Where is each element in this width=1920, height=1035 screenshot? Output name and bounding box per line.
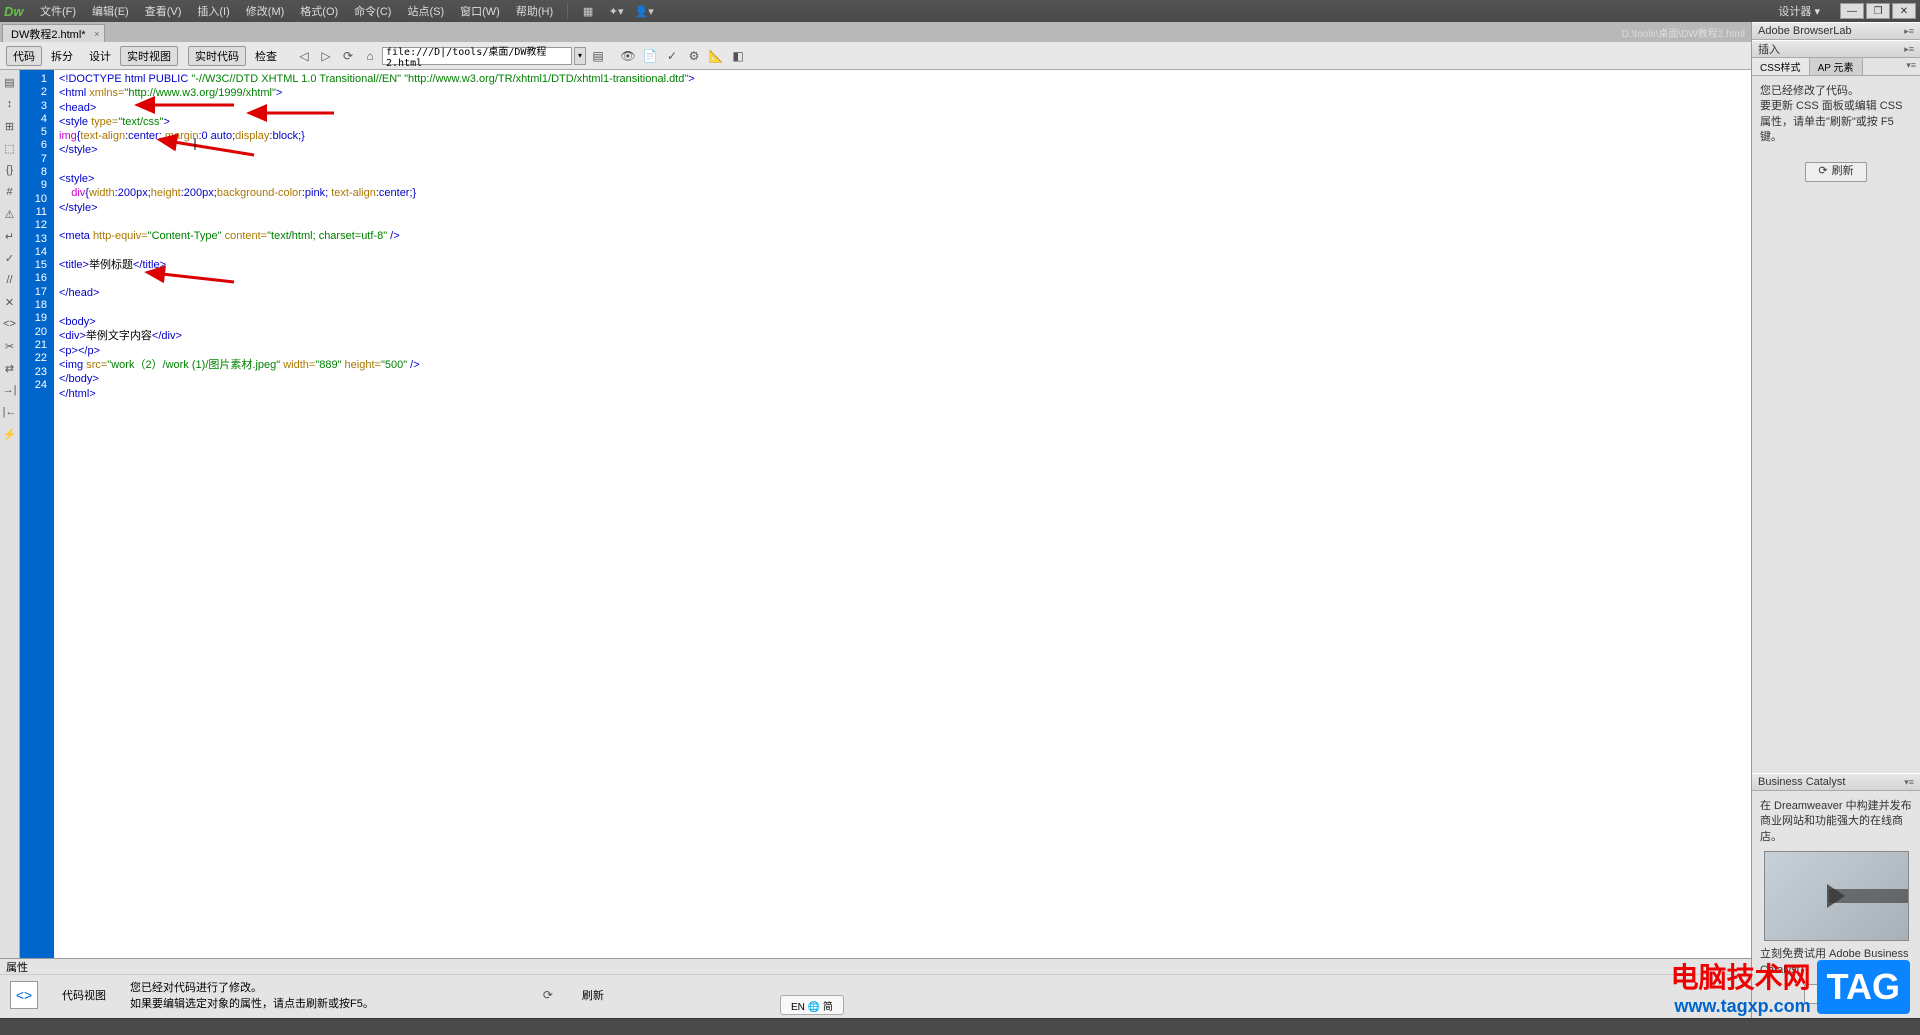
balance-braces-icon[interactable]: {} xyxy=(2,162,18,178)
menu-item[interactable]: 帮助(H) xyxy=(508,6,561,18)
recent-snippets-icon[interactable]: ✂ xyxy=(2,338,18,354)
panel-business-catalyst[interactable]: Business Catalyst▾≡ xyxy=(1752,773,1920,791)
highlight-invalid-icon[interactable]: ⚠ xyxy=(2,206,18,222)
props-refresh-label: 刷新 xyxy=(582,987,604,1003)
layout-icon[interactable]: ▦ xyxy=(578,3,598,19)
code-view-icon: <> xyxy=(10,981,38,1009)
css-panel-tabs: CSS样式 AP 元素 ▾≡ xyxy=(1752,58,1920,76)
collapse-tag-icon[interactable]: ↕ xyxy=(2,96,18,112)
word-wrap-icon[interactable]: ↵ xyxy=(2,228,18,244)
css-panel-body: 您已经修改了代码。 要更新 CSS 面板或编辑 CSS 属性，请单击"刷新"或按… xyxy=(1752,76,1920,196)
properties-title[interactable]: 属性 xyxy=(0,959,1751,975)
close-tab-icon[interactable]: × xyxy=(94,29,99,39)
visual-aids-icon[interactable]: 📐 xyxy=(706,46,726,66)
edge-icon[interactable]: ◧ xyxy=(728,46,748,66)
select-parent-icon[interactable]: ⬚ xyxy=(2,140,18,156)
tab-ap-elements[interactable]: AP 元素 xyxy=(1810,58,1863,75)
menu-item[interactable]: 格式(O) xyxy=(292,6,346,18)
expand-all-icon[interactable]: ⊞ xyxy=(2,118,18,134)
address-dropdown-icon[interactable]: ▾ xyxy=(574,47,586,65)
sync-icon[interactable]: 👤▾ xyxy=(634,3,654,19)
bc-video-thumb[interactable] xyxy=(1764,851,1909,941)
validate-icon[interactable]: ✓ xyxy=(662,46,682,66)
syntax-error-icon[interactable]: ✓ xyxy=(2,250,18,266)
document-toolbar: 代码 拆分 设计 实时视图 实时代码 检查 ◁ ▷ ⟳ ⌂ file:///D|… xyxy=(0,42,1920,70)
menu-item[interactable]: 命令(C) xyxy=(346,6,399,18)
document-tab-bar: DW教程2.html* × D:\tools\桌面\DW教程2.html xyxy=(0,22,1920,42)
props-label: 代码视图 xyxy=(62,987,106,1003)
watermark-tag: TAG xyxy=(1817,960,1910,1014)
nav-forward-icon[interactable]: ▷ xyxy=(316,46,336,66)
panel-dock: Adobe BrowserLab▸≡ 插入▸≡ CSS样式 AP 元素 ▾≡ 您… xyxy=(1751,22,1920,1018)
watermark-url: www.tagxp.com xyxy=(1671,996,1811,1017)
menu-item[interactable]: 文件(F) xyxy=(32,6,84,18)
close-button[interactable]: ✕ xyxy=(1892,3,1916,19)
check-page-icon[interactable]: ⚙ xyxy=(684,46,704,66)
props-msg2: 如果要编辑选定对象的属性，请点击刷新或按F5。 xyxy=(130,995,374,1011)
move-css-icon[interactable]: ⇄ xyxy=(2,360,18,376)
view-code-button[interactable]: 代码 xyxy=(6,46,42,66)
css-msg2: 要更新 CSS 面板或编辑 CSS 属性，请单击"刷新"或按 F5 键。 xyxy=(1760,99,1912,145)
apply-comment-icon[interactable]: // xyxy=(2,272,18,288)
address-field[interactable]: file:///D|/tools/桌面/DW教程2.html xyxy=(382,47,572,65)
view-split-button[interactable]: 拆分 xyxy=(44,46,80,66)
panel-insert[interactable]: 插入▸≡ xyxy=(1752,40,1920,58)
document-tab-label: DW教程2.html* xyxy=(11,26,86,42)
inspect-button[interactable]: 检查 xyxy=(248,46,284,66)
css-refresh-button[interactable]: ⟳ 刷新 xyxy=(1805,162,1866,182)
menubar: Dw 文件(F)编辑(E)查看(V)插入(I)修改(M)格式(O)命令(C)站点… xyxy=(0,0,1920,22)
minimize-button[interactable]: — xyxy=(1840,3,1864,19)
menu-item[interactable]: 插入(I) xyxy=(189,6,237,18)
watermark: 电脑技术网 www.tagxp.com TAG xyxy=(1671,956,1910,1017)
app-logo: Dw xyxy=(4,4,32,19)
document-tab[interactable]: DW教程2.html* × xyxy=(2,24,105,42)
watermark-cn: 电脑技术网 xyxy=(1671,956,1811,996)
code-content[interactable]: <!DOCTYPE html PUBLIC "-//W3C//DTD XHTML… xyxy=(54,70,1751,986)
indent-icon[interactable]: →| xyxy=(2,382,18,398)
tab-css-styles[interactable]: CSS样式 xyxy=(1752,58,1810,75)
nav-back-icon[interactable]: ◁ xyxy=(294,46,314,66)
view-live-button[interactable]: 实时视图 xyxy=(120,46,178,66)
separator xyxy=(567,3,568,19)
preview-icon[interactable]: 👁 xyxy=(618,46,638,66)
wrap-tag-icon[interactable]: <> xyxy=(2,316,18,332)
open-docs-icon[interactable]: ▤ xyxy=(2,74,18,90)
coding-toolbar: ▤ ↕ ⊞ ⬚ {} # ⚠ ↵ ✓ // ✕ <> ✂ ⇄ →| |← ⚡ xyxy=(0,70,20,1018)
menu-item[interactable]: 编辑(E) xyxy=(84,6,137,18)
document-path: D:\tools\桌面\DW教程2.html xyxy=(1622,25,1745,40)
remove-comment-icon[interactable]: ✕ xyxy=(2,294,18,310)
css-msg1: 您已经修改了代码。 xyxy=(1760,84,1912,99)
refresh-icon[interactable]: ⟳ xyxy=(538,985,558,1005)
panel-browserlab[interactable]: Adobe BrowserLab▸≡ xyxy=(1752,22,1920,40)
menu-item[interactable]: 修改(M) xyxy=(238,6,293,18)
live-code-button[interactable]: 实时代码 xyxy=(188,46,246,66)
file-mgmt-icon[interactable]: 📄 xyxy=(640,46,660,66)
nav-refresh-icon[interactable]: ⟳ xyxy=(338,46,358,66)
maximize-button[interactable]: ❐ xyxy=(1866,3,1890,19)
workspace-switcher[interactable]: 设计器 ▾ xyxy=(1770,3,1828,19)
props-msg1: 您已经对代码进行了修改。 xyxy=(130,979,374,995)
ime-indicator[interactable]: EN 🌐 简 xyxy=(780,995,844,1015)
extend-icon[interactable]: ✦▾ xyxy=(606,3,626,19)
bc-msg: 在 Dreamweaver 中构建并发布商业网站和功能强大的在线商店。 xyxy=(1760,799,1912,845)
view-design-button[interactable]: 设计 xyxy=(82,46,118,66)
format-source-icon[interactable]: ⚡ xyxy=(2,426,18,442)
menu-item[interactable]: 站点(S) xyxy=(399,6,452,18)
app-footer xyxy=(0,1018,1920,1035)
outdent-icon[interactable]: |← xyxy=(2,404,18,420)
code-editor[interactable]: 123456789101112131415161718192021222324 … xyxy=(20,70,1751,1018)
options-icon[interactable]: ▤ xyxy=(588,46,608,66)
line-numbers-icon[interactable]: # xyxy=(2,184,18,200)
properties-panel: 属性 <> 代码视图 您已经对代码进行了修改。 如果要编辑选定对象的属性，请点击… xyxy=(0,958,1751,1018)
line-gutter: 123456789101112131415161718192021222324 xyxy=(20,70,54,986)
nav-home-icon[interactable]: ⌂ xyxy=(360,46,380,66)
menu-item[interactable]: 窗口(W) xyxy=(452,6,508,18)
menu-item[interactable]: 查看(V) xyxy=(137,6,190,18)
